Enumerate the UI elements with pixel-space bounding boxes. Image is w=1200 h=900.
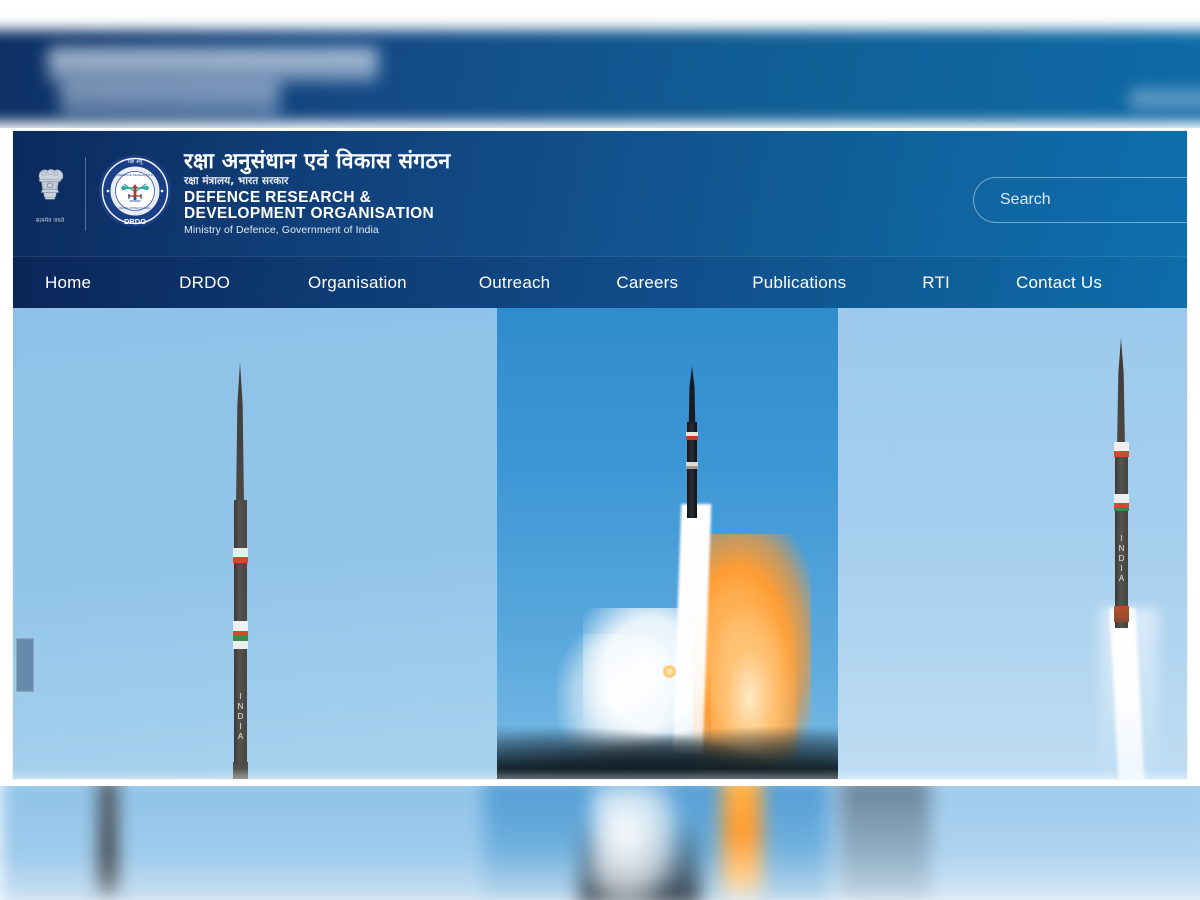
rocket-3-band-green bbox=[1114, 507, 1129, 511]
nav-item-contact-us[interactable]: Contact Us bbox=[1014, 269, 1104, 297]
site-header: सत्यमेव जयते रक्षा अनु DRDO DEFENCE RESE… bbox=[13, 131, 1187, 256]
nav-item-outreach[interactable]: Outreach bbox=[477, 269, 553, 297]
rocket-1-band-red-upper bbox=[233, 557, 248, 563]
svg-text:रक्षा अनु: रक्षा अनु bbox=[128, 159, 144, 165]
brand-title-block: रक्षा अनुसंधान एवं विकास संगठन रक्षा मंत… bbox=[184, 148, 451, 237]
ashoka-lion-capital-icon bbox=[38, 169, 64, 200]
rocket-1-tail bbox=[233, 762, 248, 779]
rocket-1-band-white-mid bbox=[233, 621, 248, 631]
website-page-card: सत्यमेव जयते रक्षा अनु DRDO DEFENCE RESE… bbox=[13, 131, 1187, 779]
rocket-3-band-white-upper bbox=[1114, 442, 1129, 451]
rocket-1-nose-cone bbox=[236, 362, 244, 502]
background-top-search-blur bbox=[1128, 88, 1200, 110]
national-emblem: सत्यमेव जयते bbox=[21, 163, 79, 224]
rocket-3-band-white-mid bbox=[1114, 494, 1129, 503]
rocket-3-tail bbox=[1114, 606, 1129, 622]
search-container bbox=[973, 177, 1187, 223]
rocket-2-band-grey bbox=[686, 466, 698, 469]
rocket-3-band-red-upper bbox=[1114, 451, 1129, 457]
background-bottom-strip bbox=[0, 786, 1200, 900]
drdo-logo[interactable]: रक्षा अनु DRDO DEFENCE RESEARCH & DEVELO… bbox=[98, 154, 172, 233]
rocket-3-nose-cone bbox=[1117, 338, 1125, 446]
rocket-image-3: INDIA bbox=[1110, 338, 1132, 628]
brand-block[interactable]: सत्यमेव जयते रक्षा अनु DRDO DEFENCE RESE… bbox=[13, 148, 451, 237]
background-bottom-rocket-1 bbox=[100, 786, 116, 894]
background-bottom-rocket-3 bbox=[840, 786, 930, 900]
title-hindi-main: रक्षा अनुसंधान एवं विकास संगठन bbox=[184, 148, 451, 174]
nav-item-drdo[interactable]: DRDO bbox=[177, 269, 232, 297]
hero-carousel: INDIA INDIA bbox=[13, 308, 1187, 779]
hero-slide-3[interactable]: INDIA bbox=[838, 308, 1187, 779]
title-english-line-1: DEFENCE RESEARCH & bbox=[184, 188, 372, 206]
svg-text:DRDO: DRDO bbox=[124, 217, 146, 226]
rocket-1-label: INDIA bbox=[236, 692, 245, 742]
nav-item-publications[interactable]: Publications bbox=[750, 269, 848, 297]
nav-item-organisation[interactable]: Organisation bbox=[306, 269, 409, 297]
rocket-image-2 bbox=[683, 366, 701, 518]
emblem-motto-text: सत्यमेव जयते bbox=[35, 218, 65, 224]
rocket-3-label: INDIA bbox=[1117, 534, 1126, 584]
nav-item-rti[interactable]: RTI bbox=[920, 269, 952, 297]
title-hindi-sub: रक्षा मंत्रालय, भारत सरकार bbox=[184, 174, 289, 187]
tree-line-shadow bbox=[497, 757, 838, 779]
carousel-prev-button[interactable] bbox=[16, 638, 34, 692]
hero-slide-1[interactable]: INDIA bbox=[13, 308, 497, 779]
background-bottom-hero-blur bbox=[0, 786, 1200, 900]
brand-divider bbox=[85, 156, 86, 231]
drdo-crest-icon: रक्षा अनु DRDO DEFENCE RESEARCH & DEVELO… bbox=[99, 155, 171, 227]
hero-slide-2[interactable] bbox=[497, 308, 838, 779]
background-bottom-panel-1 bbox=[0, 786, 484, 900]
main-navigation: Home DRDO Organisation Outreach Careers … bbox=[13, 256, 1187, 308]
background-top-title-blur bbox=[48, 48, 378, 82]
svg-text:DEVELOPMENT ORG.: DEVELOPMENT ORG. bbox=[119, 206, 151, 210]
rocket-2-nose-cone bbox=[688, 366, 696, 424]
background-top-strip bbox=[0, 0, 1200, 128]
launch-spark bbox=[663, 665, 676, 678]
title-english-line-2: DEVELOPMENT ORGANISATION bbox=[184, 204, 435, 222]
rocket-2-band-red bbox=[686, 436, 698, 440]
search-input[interactable] bbox=[973, 177, 1187, 223]
svg-text:DEFENCE RESEARCH &: DEFENCE RESEARCH & bbox=[117, 173, 154, 177]
background-bottom-smoke bbox=[592, 786, 678, 900]
background-bottom-flame bbox=[722, 786, 762, 900]
ministry-line: Ministry of Defence, Government of India bbox=[184, 224, 379, 237]
nav-item-home[interactable]: Home bbox=[43, 269, 93, 297]
rocket-1-band-white-lower bbox=[233, 641, 248, 649]
background-top-subtitle-blur bbox=[60, 78, 280, 120]
nav-item-careers[interactable]: Careers bbox=[614, 269, 680, 297]
rocket-1-band-white-upper bbox=[233, 548, 248, 557]
rocket-image-1: INDIA bbox=[229, 362, 251, 779]
